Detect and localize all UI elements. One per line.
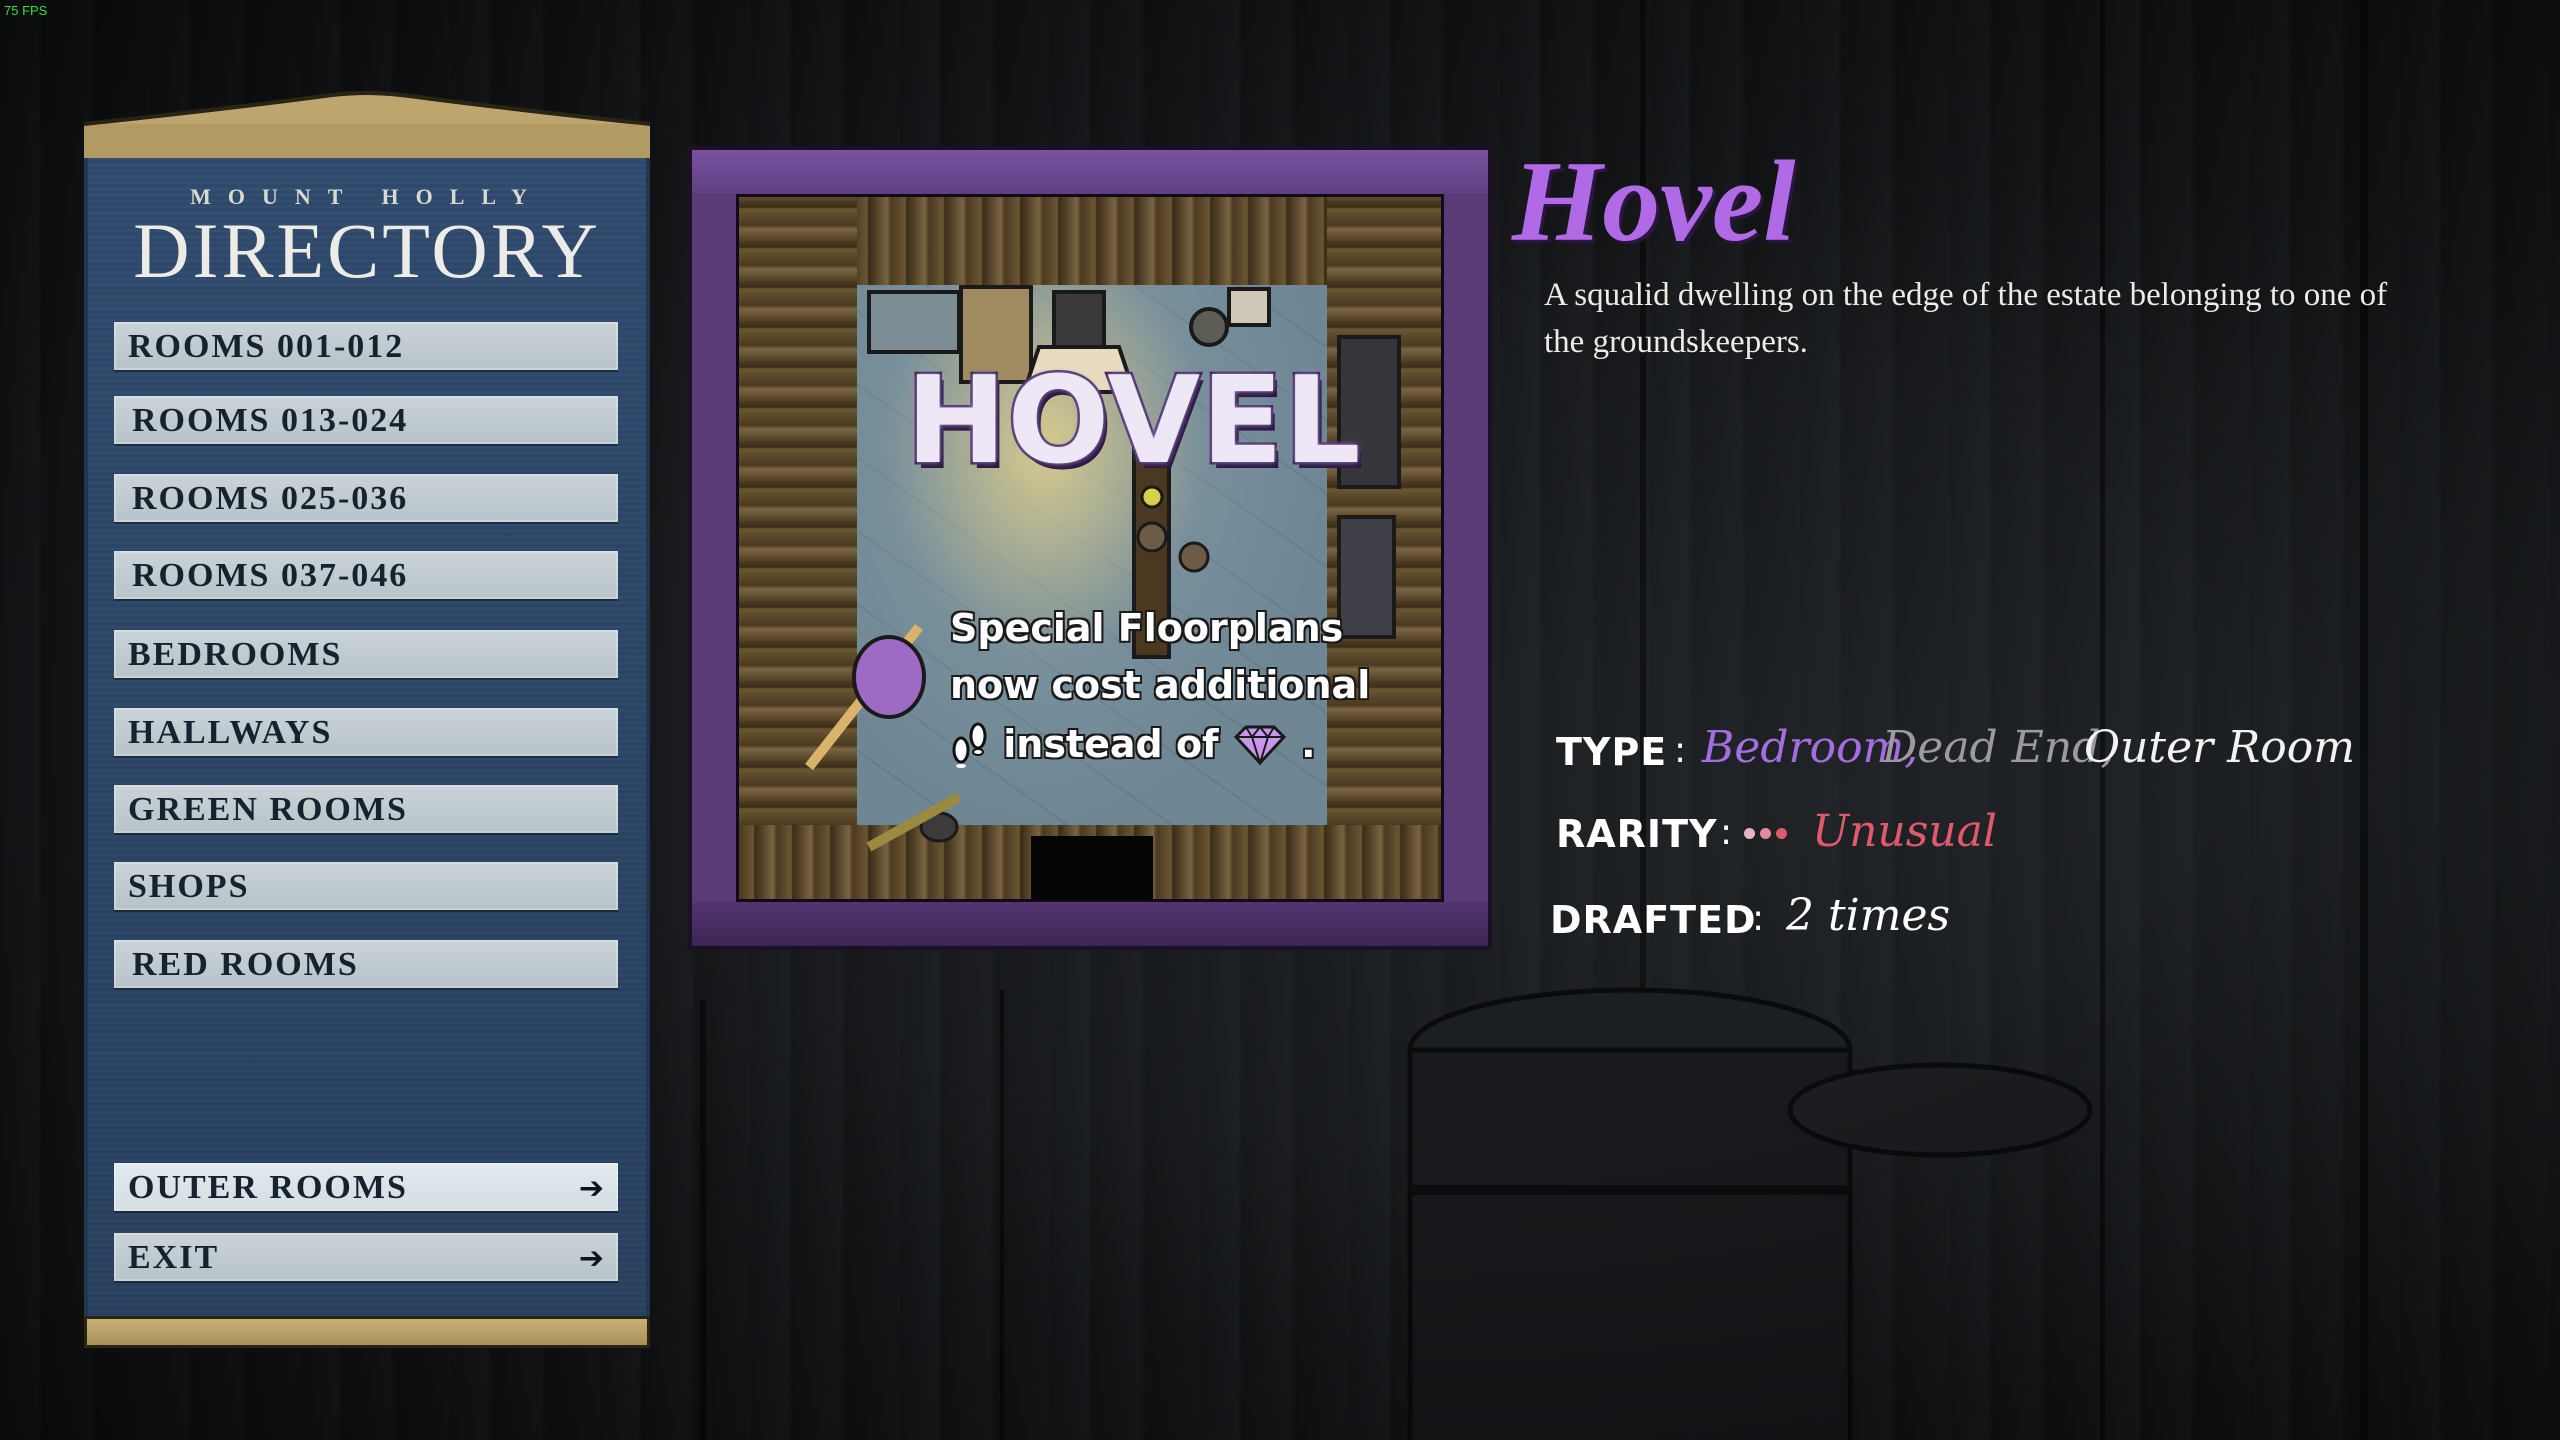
rarity-dots	[1744, 826, 1792, 844]
directory-item-red-rooms[interactable]: RED ROOMS	[114, 940, 618, 988]
directory-item-label: ROOMS 001-012	[128, 328, 405, 365]
directory-item-label: ROOMS 013-024	[132, 402, 409, 439]
directory-item-label: GREEN ROOMS	[128, 791, 408, 828]
directory-item-rooms-037-046[interactable]: ROOMS 037-046	[114, 551, 618, 599]
type-outer-room: Outer Room	[2084, 722, 2355, 773]
directory-title: DIRECTORY	[133, 207, 601, 294]
background-plank	[1000, 990, 1004, 1440]
room-effect-text: Special Floorplans now cost additional i…	[950, 600, 1371, 773]
rarity-dot	[1776, 828, 1787, 839]
rarity-separator: :	[1720, 812, 1733, 853]
fps-counter: 75 FPS	[4, 3, 48, 18]
effect-line-1: Special Floorplans	[950, 606, 1344, 650]
directory-item-label: BEDROOMS	[128, 636, 343, 673]
arrow-right-icon: ➔	[578, 1171, 604, 1206]
rarity-label: RARITY	[1556, 812, 1718, 856]
directory-item-hallways[interactable]: HALLWAYS	[114, 708, 618, 756]
background-plank	[700, 1000, 706, 1440]
outer-rooms-button[interactable]: OUTER ROOMS ➔	[114, 1163, 618, 1211]
effect-end: .	[1301, 722, 1316, 766]
directory-item-label: HALLWAYS	[128, 714, 333, 751]
directory-item-rooms-013-024[interactable]: ROOMS 013-024	[114, 396, 618, 444]
room-floorplan-art	[736, 194, 1444, 902]
outer-rooms-label: OUTER ROOMS	[128, 1169, 408, 1206]
room-card	[688, 146, 1492, 950]
game-scene: 75 FPS MOUNT HOLLY DIRECTORY ROOMS 001-0…	[0, 0, 2560, 1440]
gem-icon	[1233, 724, 1286, 766]
type-dead-end: Dead End,	[1882, 722, 2115, 773]
background-plank	[2360, 0, 2368, 1440]
exit-button[interactable]: EXIT ➔	[114, 1233, 618, 1281]
directory-board-crest	[84, 91, 650, 160]
exit-label: EXIT	[128, 1239, 220, 1276]
directory-item-green-rooms[interactable]: GREEN ROOMS	[114, 785, 618, 833]
directory-item-label: ROOMS 037-046	[132, 557, 409, 594]
effect-line-2: now cost additional	[950, 663, 1371, 707]
room-card-name: HOVEL	[904, 350, 1364, 494]
directory-item-shops[interactable]: SHOPS	[114, 862, 618, 910]
directory-item-label: ROOMS 025-036	[132, 480, 409, 517]
directory-item-label: SHOPS	[128, 868, 250, 905]
directory-board-base	[84, 1316, 650, 1348]
background-plank	[2100, 0, 2105, 1440]
room-title: Hovel	[1512, 138, 1796, 266]
directory-item-bedrooms[interactable]: BEDROOMS	[114, 630, 618, 678]
directory-item-rooms-025-036[interactable]: ROOMS 025-036	[114, 474, 618, 522]
directory-item-label: RED ROOMS	[132, 946, 359, 983]
effect-line-3: instead of .	[950, 714, 1350, 773]
footsteps-icon	[952, 722, 987, 768]
drafted-separator: :	[1752, 898, 1765, 939]
rarity-dot	[1744, 828, 1755, 839]
rarity-dot	[1760, 828, 1771, 839]
room-furniture	[805, 285, 1401, 852]
room-door-opening	[1031, 836, 1153, 900]
type-label: TYPE	[1556, 730, 1668, 774]
effect-line-3-text: instead of	[1003, 722, 1219, 766]
type-separator: :	[1674, 730, 1687, 771]
arrow-right-icon: ➔	[578, 1241, 604, 1276]
drafted-value: 2 times	[1786, 890, 1951, 941]
room-description: A squalid dwelling on the edge of the es…	[1544, 277, 2388, 360]
directory-item-rooms-001-012[interactable]: ROOMS 001-012	[114, 322, 618, 370]
room-frame-bevel	[692, 150, 1488, 194]
drafted-label: DRAFTED	[1550, 898, 1757, 942]
room-frame-bevel	[692, 902, 1488, 946]
rarity-value: Unusual	[1812, 806, 1997, 857]
background-barrel	[1407, 987, 2093, 1440]
